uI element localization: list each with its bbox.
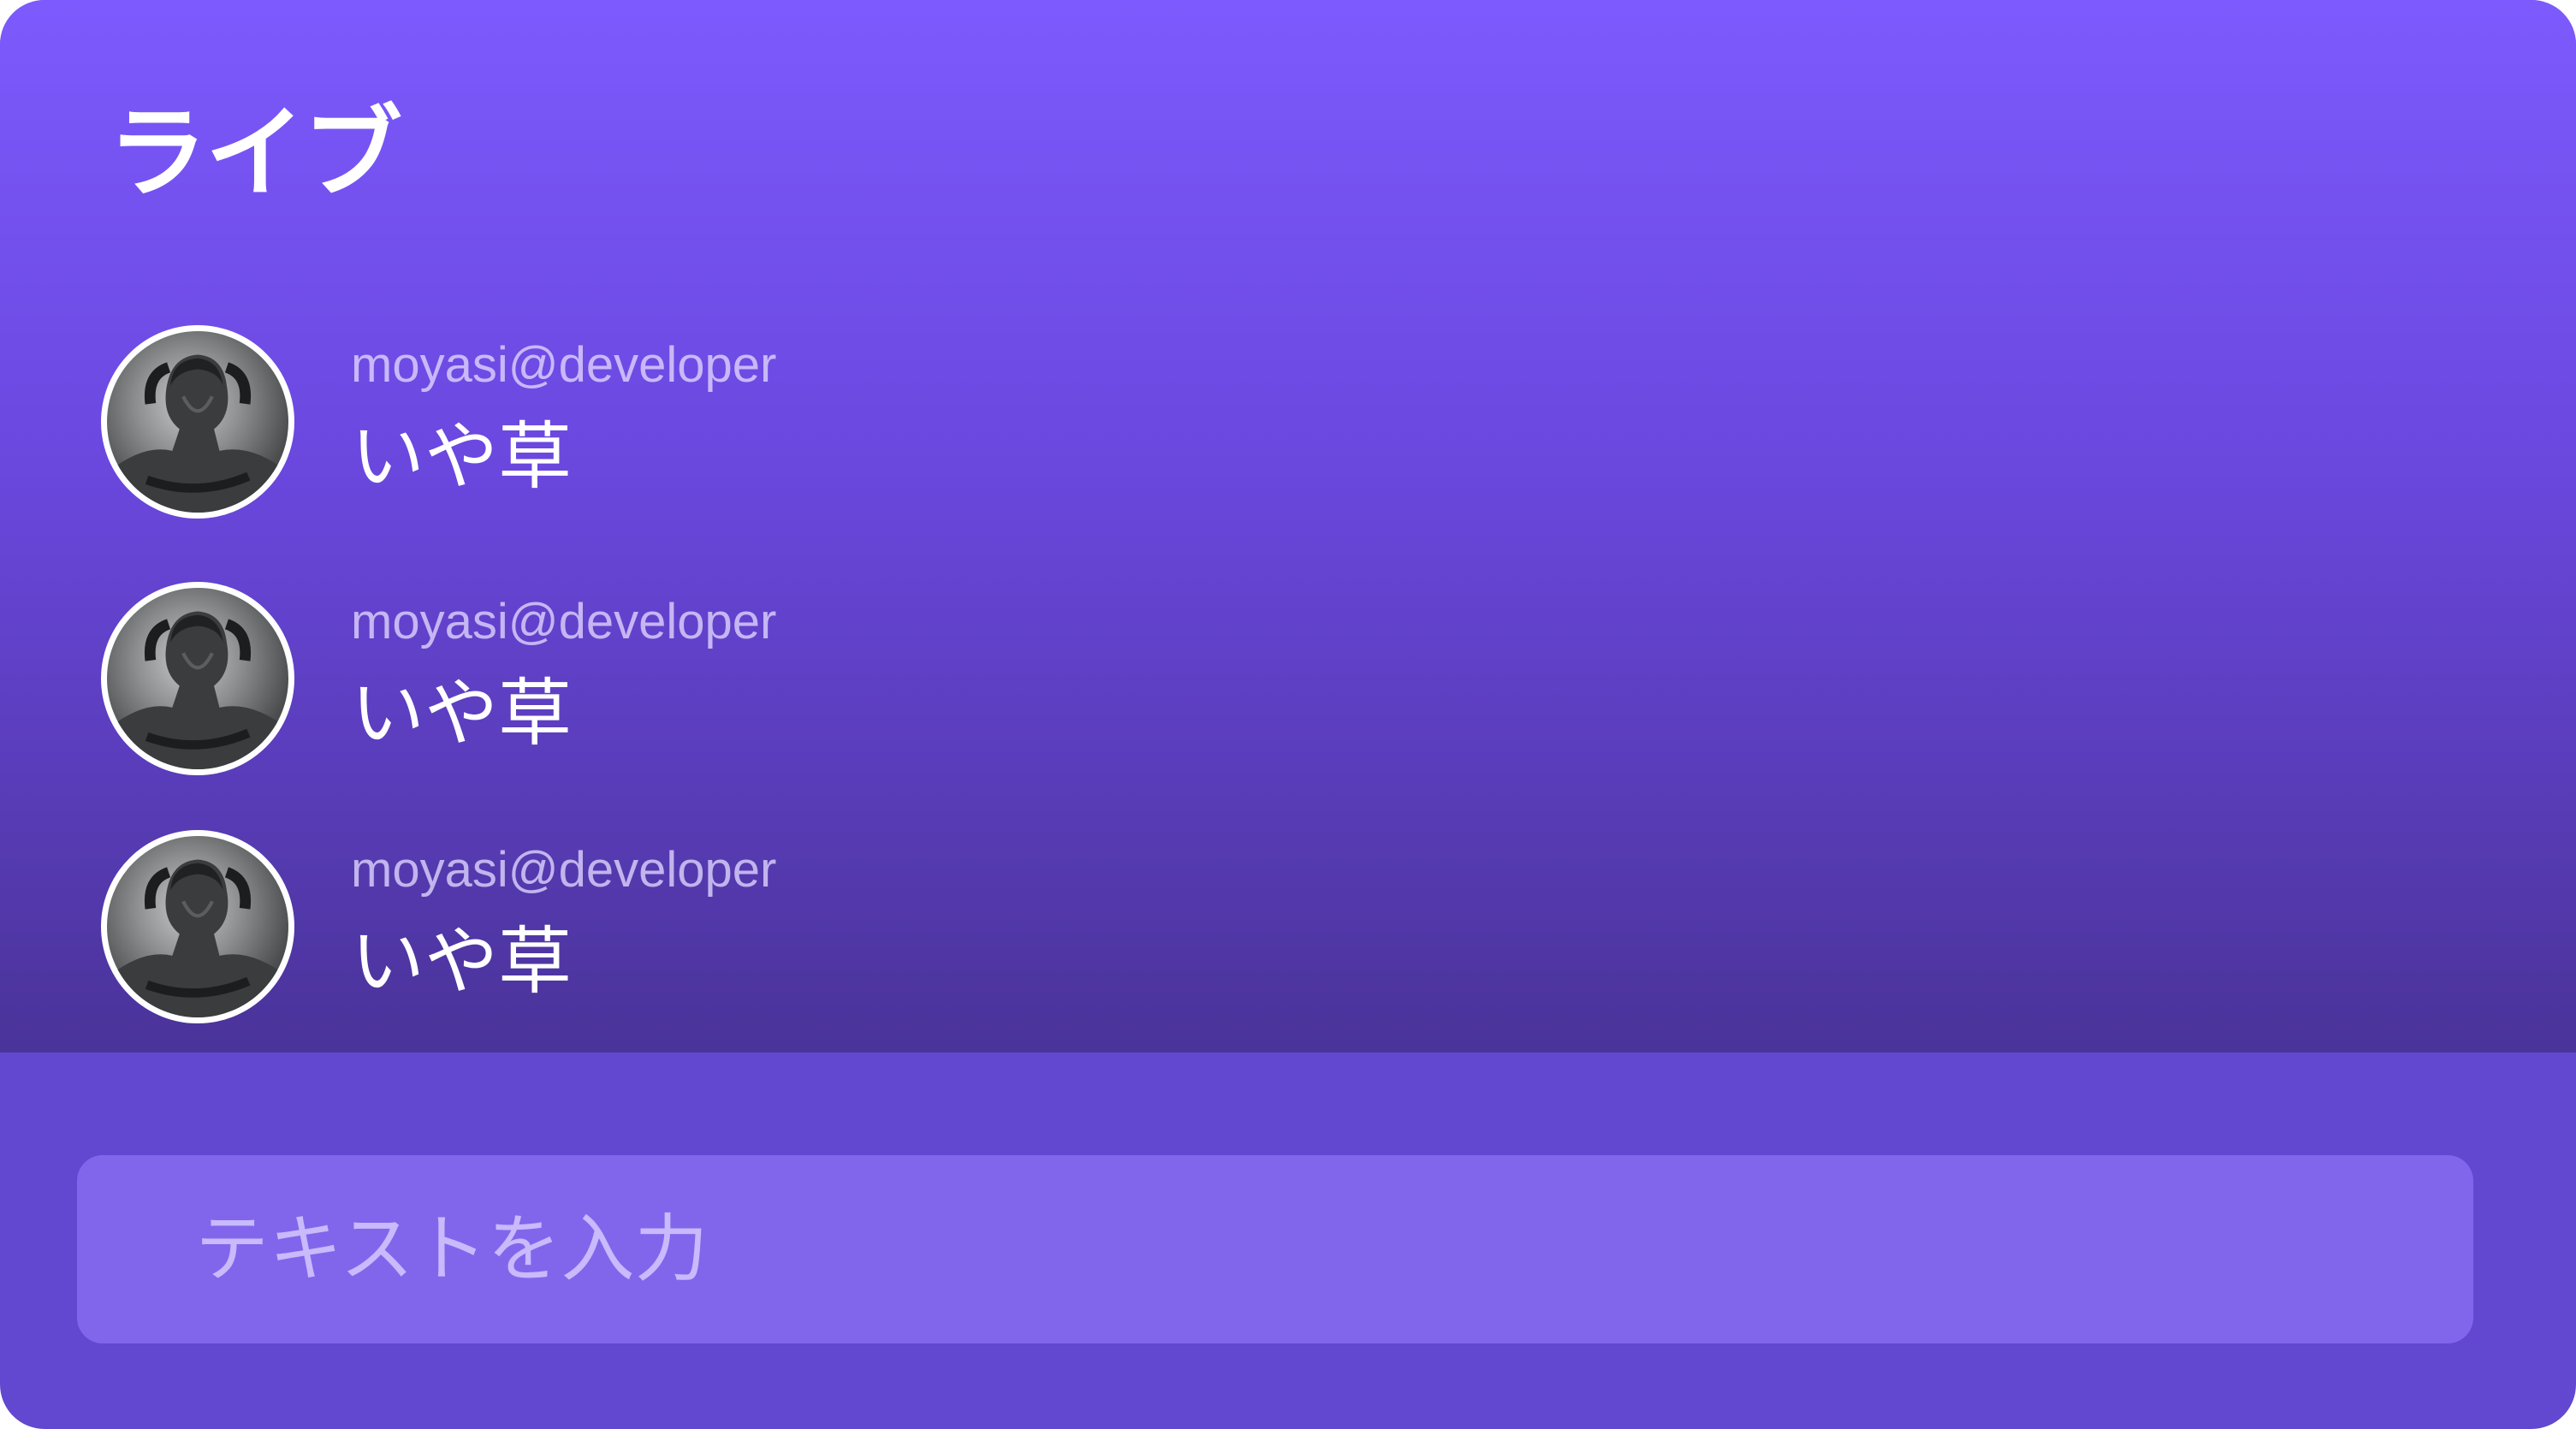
page-title: ライブ bbox=[108, 96, 402, 211]
message-input[interactable] bbox=[77, 1155, 2473, 1343]
message-feed[interactable]: ライブ moyasi@developer いや草 moyasi@develope… bbox=[0, 0, 2576, 1052]
statue-avatar-icon[interactable] bbox=[101, 325, 294, 519]
message-username[interactable]: moyasi@developer bbox=[351, 592, 776, 652]
chat-message: moyasi@developer いや草 bbox=[101, 578, 1128, 775]
chat-message: moyasi@developer いや草 bbox=[101, 827, 1128, 1023]
statue-avatar-icon[interactable] bbox=[101, 582, 294, 775]
message-username[interactable]: moyasi@developer bbox=[351, 840, 776, 900]
statue-avatar-icon[interactable] bbox=[101, 830, 294, 1023]
chat-message: moyasi@developer いや草 bbox=[101, 322, 1128, 519]
live-chat-panel: ライブ moyasi@developer いや草 moyasi@develope… bbox=[0, 0, 2576, 1429]
message-username[interactable]: moyasi@developer bbox=[351, 335, 776, 395]
message-text: いや草 bbox=[351, 414, 572, 500]
message-text: いや草 bbox=[351, 919, 572, 1005]
message-composer bbox=[77, 1155, 2473, 1343]
message-text: いや草 bbox=[351, 671, 572, 756]
